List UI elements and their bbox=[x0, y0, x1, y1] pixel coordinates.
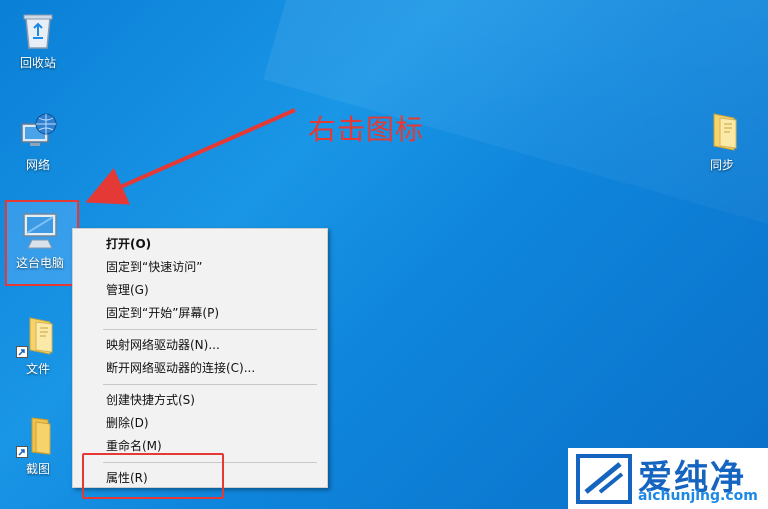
menu-item-pin-quick-access[interactable]: 固定到“快速访问” bbox=[73, 256, 327, 279]
watermark-logo: 爱纯净 aichunjing.com bbox=[568, 448, 768, 509]
context-menu: 打开(O) 固定到“快速访问” 管理(G) 固定到“开始”屏幕(P) 映射网络驱… bbox=[72, 228, 328, 488]
desktop-icon-label: 文件 bbox=[25, 362, 50, 376]
annotation-right-click-text: 右击图标 bbox=[308, 113, 425, 146]
menu-item-create-shortcut[interactable]: 创建快捷方式(S) bbox=[73, 389, 327, 412]
menu-item-delete[interactable]: 删除(D) bbox=[73, 412, 327, 435]
menu-item-disconnect-network-drive[interactable]: 断开网络驱动器的连接(C)... bbox=[73, 357, 327, 380]
desktop-icon-screenshots[interactable]: 截图 bbox=[6, 414, 70, 476]
desktop-icon-network[interactable]: 网络 bbox=[6, 110, 70, 172]
menu-separator bbox=[103, 384, 317, 385]
network-globe-icon bbox=[16, 110, 60, 154]
watermark-url: aichunjing.com bbox=[638, 488, 758, 504]
brand-logo-icon bbox=[576, 454, 632, 504]
shortcut-arrow-icon bbox=[16, 346, 28, 358]
menu-item-manage[interactable]: 管理(G) bbox=[73, 279, 327, 302]
desktop-icon-label: 回收站 bbox=[19, 56, 56, 70]
desktop-icon-label: 同步 bbox=[709, 158, 734, 172]
desktop-icon-label: 网络 bbox=[25, 158, 50, 172]
menu-item-map-network-drive[interactable]: 映射网络驱动器(N)... bbox=[73, 334, 327, 357]
sync-folder-icon bbox=[700, 110, 744, 154]
desktop-icon-this-pc[interactable]: 这台电脑 bbox=[8, 208, 72, 270]
desktop-icon-label: 这台电脑 bbox=[15, 256, 64, 270]
desktop-icon-label: 截图 bbox=[25, 462, 50, 476]
desktop-icon-recycle-bin[interactable]: 回收站 bbox=[6, 8, 70, 70]
folder-shortcut-icon bbox=[16, 314, 60, 358]
shortcut-arrow-icon bbox=[16, 446, 28, 458]
folder-shortcut-icon bbox=[16, 414, 60, 458]
menu-separator bbox=[103, 329, 317, 330]
menu-item-open[interactable]: 打开(O) bbox=[73, 233, 327, 256]
desktop-icon-sync[interactable]: 同步 bbox=[690, 110, 754, 172]
properties-highlight-box bbox=[82, 453, 224, 499]
desktop-icon-files[interactable]: 文件 bbox=[6, 314, 70, 376]
desktop: 回收站 网络 这台电脑 文件 截图 同步 右击图标 打开(O) 固定到“快速访问… bbox=[0, 0, 768, 509]
menu-item-pin-start[interactable]: 固定到“开始”屏幕(P) bbox=[73, 302, 327, 325]
recycle-bin-icon bbox=[16, 8, 60, 52]
computer-monitor-icon bbox=[18, 208, 62, 252]
